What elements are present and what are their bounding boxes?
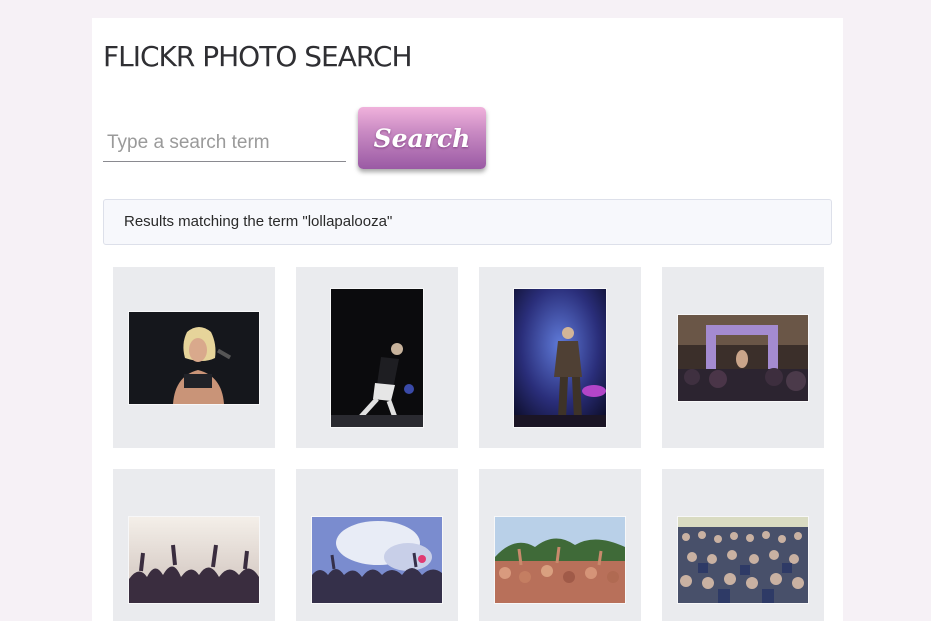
photo-thumbnail[interactable] (129, 516, 259, 603)
search-button[interactable]: Search (358, 107, 486, 169)
photo-tile[interactable] (479, 469, 641, 621)
photo-tile[interactable] (662, 469, 824, 621)
photo-thumbnail[interactable] (678, 516, 808, 603)
main-card: FLICKR PHOTO SEARCH Search Results match… (92, 18, 843, 621)
photo-tile[interactable] (113, 267, 275, 448)
photo-tile[interactable] (296, 469, 458, 621)
photo-tile[interactable] (296, 267, 458, 448)
photo-tile[interactable] (113, 469, 275, 621)
photo-thumbnail[interactable] (495, 516, 625, 603)
photo-tile[interactable] (662, 267, 824, 448)
photo-thumbnail[interactable] (331, 288, 423, 427)
photo-tile[interactable] (479, 267, 641, 448)
photo-thumbnail[interactable] (514, 288, 606, 427)
search-input[interactable] (103, 124, 346, 162)
photo-thumbnail[interactable] (312, 516, 442, 603)
photo-thumbnail[interactable] (678, 314, 808, 401)
page-title: FLICKR PHOTO SEARCH (103, 40, 413, 73)
results-banner: Results matching the term "lollapalooza" (103, 199, 832, 245)
photo-thumbnail[interactable] (129, 311, 259, 404)
results-message: Results matching the term "lollapalooza" (124, 213, 393, 230)
